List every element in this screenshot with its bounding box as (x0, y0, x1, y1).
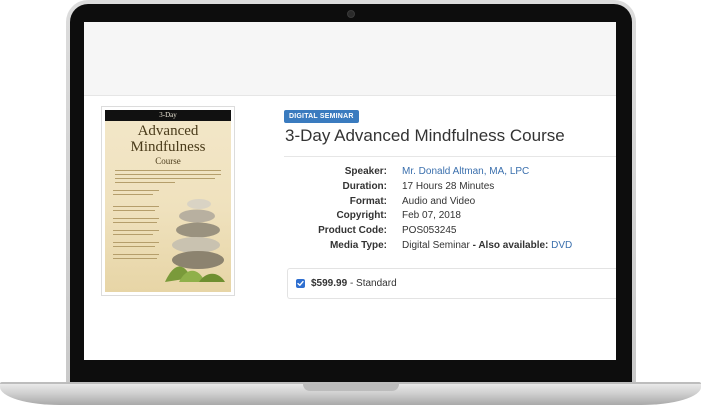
format-value: Audio and Video (402, 195, 476, 207)
spec-row-format: Format: Audio and Video (284, 195, 616, 210)
cover-line-2: Advanced (137, 123, 199, 139)
price-text: $599.99 - Standard (311, 278, 397, 289)
duration-label: Duration: (342, 180, 387, 192)
cover-line-3: Mindfulness (130, 139, 206, 155)
product-title: 3-Day Advanced Mindfulness Course (285, 126, 565, 145)
spec-row-media-type: Media Type: Digital Seminar - Also avail… (284, 239, 616, 254)
price-option[interactable]: $599.99 - Standard (287, 268, 616, 299)
laptop-notch (303, 384, 399, 391)
spec-row-speaker: Speaker: Mr. Donald Altman, MA, LPC (284, 165, 616, 180)
cover-line-1: 3-Day (159, 111, 177, 119)
media-type-label: Media Type: (329, 239, 387, 251)
cover-artwork: 3-Day Advanced Mindfulness Course (105, 110, 231, 292)
dvd-link[interactable]: DVD (551, 240, 572, 251)
speaker-label: Speaker: (344, 166, 387, 177)
price-checkbox[interactable] (296, 279, 305, 288)
product-code-value: POS053245 (402, 225, 457, 237)
media-type-value: Digital Seminar - Also available: DVD (402, 239, 572, 254)
title-divider (284, 156, 616, 157)
format-label: Format: (349, 195, 387, 207)
price-tier: - Standard (349, 278, 397, 289)
also-available-label: - Also available: (472, 239, 549, 251)
spec-row-duration: Duration: 17 Hours 28 Minutes (284, 180, 616, 195)
product-type-badge: DIGITAL SEMINAR (284, 110, 359, 123)
duration-value: 17 Hours 28 Minutes (402, 180, 495, 192)
copyright-value: Feb 07, 2018 (402, 210, 461, 222)
screen: 3-Day Advanced Mindfulness Course DIGITA… (84, 22, 616, 360)
spec-row-copyright: Copyright: Feb 07, 2018 (284, 209, 616, 224)
copyright-label: Copyright: (336, 210, 387, 222)
cover-line-4: Course (155, 156, 181, 166)
camera-icon (347, 10, 355, 18)
price-amount: $599.99 (311, 278, 348, 289)
speaker-link[interactable]: Mr. Donald Altman, MA, LPC (402, 165, 529, 180)
spec-row-product-code: Product Code: POS053245 (284, 224, 616, 239)
media-type-text: Digital Seminar (402, 239, 470, 251)
checkmark-icon (297, 280, 304, 286)
product-cover-image[interactable]: 3-Day Advanced Mindfulness Course (101, 106, 235, 296)
product-specs: Speaker: Mr. Donald Altman, MA, LPC Dura… (284, 165, 616, 254)
page-header-area (84, 22, 616, 96)
product-code-label: Product Code: (318, 225, 387, 237)
stones-illustration (165, 199, 225, 282)
